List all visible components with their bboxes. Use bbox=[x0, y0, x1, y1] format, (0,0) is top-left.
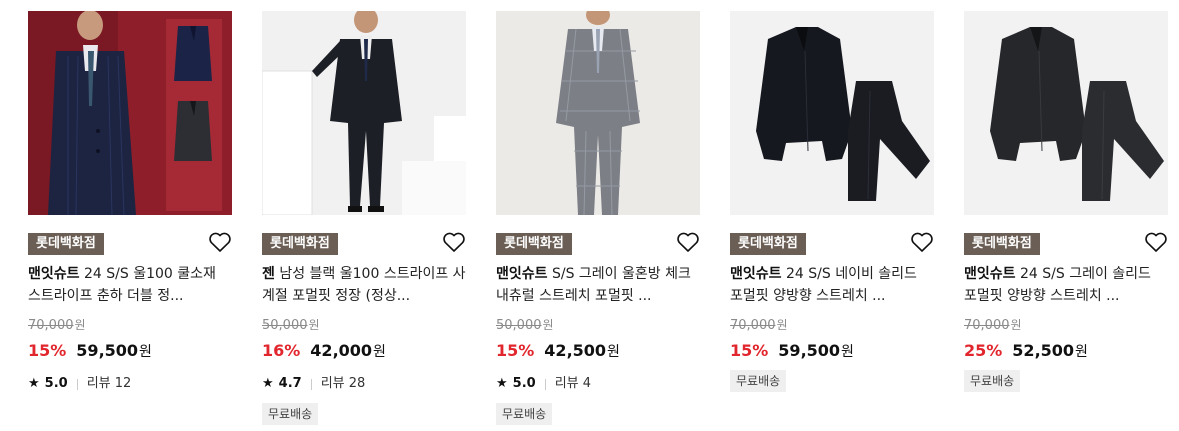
product-title[interactable]: 맨잇슈트 24 S/S 울100 쿨소재 스트라이프 춘하 더블 정... bbox=[28, 263, 232, 307]
won-unit: 원 bbox=[1075, 344, 1088, 360]
store-badge: 롯데백화점 bbox=[496, 233, 572, 255]
heart-outline-icon[interactable] bbox=[442, 231, 466, 253]
rating-row: ★ 5.0 리뷰 12 bbox=[28, 374, 232, 394]
won-unit: 원 bbox=[841, 344, 854, 360]
sale-price-row: 25% 52,500원 bbox=[964, 339, 1168, 363]
product-title[interactable]: 맨잇슈트 24 S/S 그레이 솔리드 포멀핏 양방향 스트레치 ... bbox=[964, 263, 1168, 307]
review-count[interactable]: 리뷰 12 bbox=[87, 374, 132, 394]
won-unit: 원 bbox=[139, 344, 152, 360]
product-image[interactable] bbox=[496, 11, 700, 215]
product-card[interactable]: 롯데백화점 젠 남성 블랙 울100 스트라이프 사계절 포멀핏 정장 (정상.… bbox=[262, 11, 466, 431]
store-badge: 롯데백화점 bbox=[262, 233, 338, 255]
won-unit: 원 bbox=[74, 318, 86, 332]
original-price: 70,000원 bbox=[28, 315, 232, 335]
product-title[interactable]: 젠 남성 블랙 울100 스트라이프 사계절 포멀핏 정장 (정상... bbox=[262, 263, 466, 307]
store-badge: 롯데백화점 bbox=[28, 233, 104, 255]
product-title[interactable]: 맨잇슈트 24 S/S 네이비 솔리드 포멀핏 양방향 스트레치 ... bbox=[730, 263, 934, 307]
star-icon: ★ bbox=[262, 376, 274, 391]
original-price-value: 50,000 bbox=[496, 318, 542, 333]
heart-outline-icon[interactable] bbox=[910, 231, 934, 253]
original-price-value: 50,000 bbox=[262, 318, 308, 333]
product-card[interactable]: 롯데백화점 맨잇슈트 24 S/S 네이비 솔리드 포멀핏 양방향 스트레치 .… bbox=[730, 11, 934, 431]
discount-rate: 15% bbox=[496, 341, 535, 360]
rating-row: ★ 4.7 리뷰 28 bbox=[262, 374, 466, 394]
discount-rate: 15% bbox=[730, 341, 769, 360]
sale-price: 59,500 bbox=[778, 341, 841, 360]
sale-price-row: 15% 59,500원 bbox=[730, 339, 934, 363]
store-badge: 롯데백화점 bbox=[964, 233, 1040, 255]
discount-rate: 25% bbox=[964, 341, 1003, 360]
sale-price-row: 15% 42,500원 bbox=[496, 339, 700, 363]
won-unit: 원 bbox=[542, 318, 554, 332]
won-unit: 원 bbox=[308, 318, 320, 332]
heart-outline-icon[interactable] bbox=[208, 231, 232, 253]
brand-name: 맨잇슈트 bbox=[496, 266, 548, 282]
original-price: 50,000원 bbox=[262, 315, 466, 335]
brand-name: 맨잇슈트 bbox=[964, 266, 1016, 282]
review-count[interactable]: 리뷰 4 bbox=[555, 374, 591, 394]
won-unit: 원 bbox=[607, 344, 620, 360]
store-row: 롯데백화점 bbox=[496, 231, 700, 255]
rating-score: 4.7 bbox=[278, 376, 302, 391]
sale-price-row: 15% 59,500원 bbox=[28, 339, 232, 363]
product-name: 남성 블랙 울100 스트라이프 사계절 포멀핏 정장 (정상... bbox=[262, 266, 466, 304]
brand-name: 젠 bbox=[262, 266, 275, 282]
heart-outline-icon[interactable] bbox=[1144, 231, 1168, 253]
store-row: 롯데백화점 bbox=[964, 231, 1168, 255]
original-price-value: 70,000 bbox=[28, 318, 74, 333]
product-image[interactable] bbox=[730, 11, 934, 215]
rating-score: 5.0 bbox=[44, 376, 68, 391]
product-title[interactable]: 맨잇슈트 S/S 그레이 울혼방 체크 내츄럴 스트레치 포멀핏 ... bbox=[496, 263, 700, 307]
original-price: 50,000원 bbox=[496, 315, 700, 335]
heart-outline-icon[interactable] bbox=[676, 231, 700, 253]
star-icon: ★ bbox=[28, 376, 40, 391]
sale-price: 42,000 bbox=[310, 341, 373, 360]
original-price: 70,000원 bbox=[964, 315, 1168, 335]
product-image[interactable] bbox=[964, 11, 1168, 215]
divider bbox=[76, 378, 78, 390]
discount-rate: 15% bbox=[28, 341, 67, 360]
product-card[interactable]: 롯데백화점 맨잇슈트 S/S 그레이 울혼방 체크 내츄럴 스트레치 포멀핏 .… bbox=[496, 11, 700, 431]
sale-price: 52,500 bbox=[1012, 341, 1075, 360]
free-shipping-badge: 무료배송 bbox=[730, 370, 787, 392]
won-unit: 원 bbox=[373, 344, 386, 360]
discount-rate: 16% bbox=[262, 341, 301, 360]
rating-row: ★ 5.0 리뷰 4 bbox=[496, 374, 700, 394]
original-price: 70,000원 bbox=[730, 315, 934, 335]
free-shipping-badge: 무료배송 bbox=[964, 370, 1021, 392]
product-grid: 롯데백화점 맨잇슈트 24 S/S 울100 쿨소재 스트라이프 춘하 더블 정… bbox=[28, 11, 1168, 431]
product-image[interactable] bbox=[28, 11, 232, 215]
sale-price: 59,500 bbox=[76, 341, 139, 360]
brand-name: 맨잇슈트 bbox=[28, 266, 80, 282]
star-icon: ★ bbox=[496, 376, 508, 391]
sale-price-row: 16% 42,000원 bbox=[262, 339, 466, 363]
free-shipping-badge: 무료배송 bbox=[262, 403, 319, 425]
store-badge: 롯데백화점 bbox=[730, 233, 806, 255]
product-image[interactable] bbox=[262, 11, 466, 215]
product-card[interactable]: 롯데백화점 맨잇슈트 24 S/S 그레이 솔리드 포멀핏 양방향 스트레치 .… bbox=[964, 11, 1168, 431]
brand-name: 맨잇슈트 bbox=[730, 266, 782, 282]
store-row: 롯데백화점 bbox=[28, 231, 232, 255]
product-card[interactable]: 롯데백화점 맨잇슈트 24 S/S 울100 쿨소재 스트라이프 춘하 더블 정… bbox=[28, 11, 232, 431]
sale-price: 42,500 bbox=[544, 341, 607, 360]
rating-score: 5.0 bbox=[512, 376, 536, 391]
original-price-value: 70,000 bbox=[730, 318, 776, 333]
original-price-value: 70,000 bbox=[964, 318, 1010, 333]
divider bbox=[310, 378, 312, 390]
free-shipping-badge: 무료배송 bbox=[496, 403, 553, 425]
review-count[interactable]: 리뷰 28 bbox=[321, 374, 366, 394]
divider bbox=[544, 378, 546, 390]
won-unit: 원 bbox=[1010, 318, 1022, 332]
store-row: 롯데백화점 bbox=[730, 231, 934, 255]
store-row: 롯데백화점 bbox=[262, 231, 466, 255]
won-unit: 원 bbox=[776, 318, 788, 332]
